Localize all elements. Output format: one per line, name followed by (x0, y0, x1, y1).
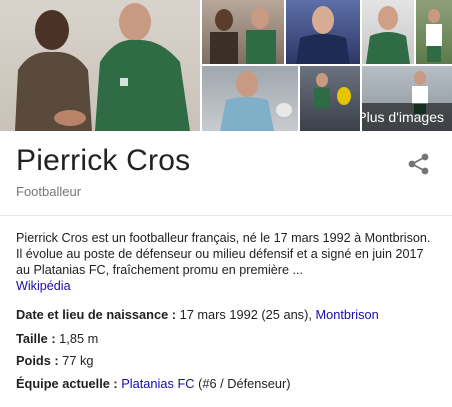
main-image-tile[interactable] (0, 0, 200, 131)
fact-weight-value: 77 kg (62, 353, 94, 368)
image-tile[interactable] (300, 66, 360, 131)
image-tile[interactable] (416, 0, 452, 64)
photo-player-field (426, 9, 442, 62)
fact-separator: : (50, 353, 63, 368)
fact-separator: : (47, 331, 60, 346)
fact-birth-value: 17 mars 1992 (25 ans), (179, 307, 312, 322)
birthplace-link[interactable]: Montbrison (315, 307, 378, 322)
divider (0, 215, 452, 216)
share-button[interactable] (406, 152, 432, 176)
image-mosaic: Plus d'images (0, 0, 452, 131)
fact-team: Équipe actuelle : Platanias FC (#6 / Déf… (16, 376, 291, 391)
photo-goalkeeper (220, 71, 292, 131)
fact-height-label: Taille (16, 331, 48, 346)
photo-player-portrait (296, 6, 350, 64)
image-tile[interactable] (286, 0, 360, 64)
image-tile[interactable] (202, 0, 284, 64)
fact-birth: Date et lieu de naissance : 17 mars 1992… (16, 307, 379, 322)
team-link[interactable]: Platanias FC (121, 376, 194, 391)
fact-birth-label: Date et lieu de naissance (16, 307, 169, 322)
wikipedia-link[interactable]: Wikipédia (16, 279, 71, 293)
photo-player-white (366, 6, 410, 64)
fact-weight-label: Poids (16, 353, 51, 368)
description: Pierrick Cros est un footballeur françai… (16, 230, 436, 294)
more-images-button[interactable]: Plus d'images (362, 103, 452, 131)
photo-two-men-handshake (15, 3, 190, 131)
image-tile[interactable] (362, 0, 414, 64)
share-icon (408, 153, 429, 175)
image-tile[interactable] (202, 66, 298, 131)
fact-height-value: 1,85 m (59, 331, 99, 346)
entity-title: Pierrick Cros (16, 144, 191, 177)
fact-separator: : (109, 376, 122, 391)
image-tile[interactable]: Plus d'images (362, 66, 452, 131)
fact-separator: : (168, 307, 180, 322)
fact-team-label: Équipe actuelle (16, 376, 110, 391)
fact-height: Taille : 1,85 m (16, 331, 98, 346)
fact-team-value: (#6 / Défenseur) (198, 376, 291, 391)
photo-signing (210, 7, 276, 64)
entity-subtitle: Footballeur (16, 184, 82, 199)
photo-match-action (314, 73, 351, 108)
description-text: Pierrick Cros est un footballeur françai… (16, 231, 431, 277)
more-images-label: Plus d'images (362, 109, 444, 125)
fact-weight: Poids : 77 kg (16, 353, 94, 368)
